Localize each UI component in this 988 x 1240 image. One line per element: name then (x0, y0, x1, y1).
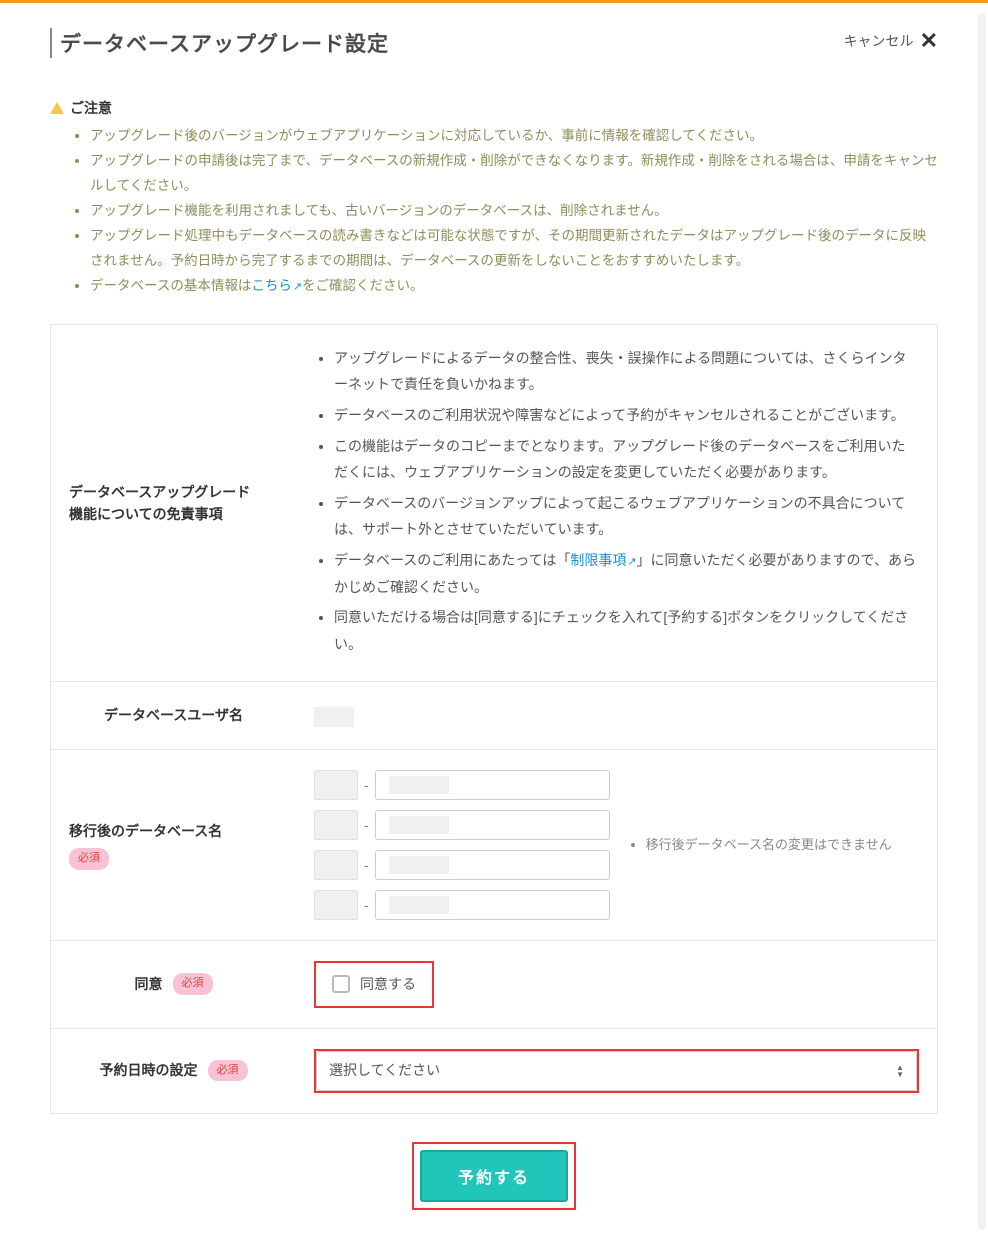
db-name-input-row: - (314, 770, 610, 800)
db-prefix (314, 810, 358, 840)
disclaimer-list: アップグレードによるデータの整合性、喪失・誤操作による問題については、さくらイン… (314, 345, 919, 658)
restrictions-link[interactable]: 制限事項↗ (570, 552, 636, 568)
db-name-input-row: - (314, 890, 610, 920)
row-disclaimer: データベースアップグレード 機能についての免責事項 アップグレードによるデータの… (51, 325, 937, 683)
cancel-label: キャンセル (844, 31, 914, 51)
basic-info-link[interactable]: こちら↗ (251, 278, 302, 293)
row-db-name: 移行後のデータベース名 必須 - - (51, 750, 937, 941)
dialog-header: データベースアップグレード設定 キャンセル ✕ (50, 28, 938, 58)
reserve-button[interactable]: 予約する (420, 1150, 568, 1202)
consent-label: 同意 必須 (51, 941, 296, 1028)
db-user-value (314, 707, 354, 727)
disclaimer-item: アップグレードによるデータの整合性、喪失・誤操作による問題については、さくらイン… (334, 345, 919, 398)
required-badge: 必須 (173, 973, 213, 995)
row-db-user: データベースユーザ名 (51, 682, 937, 750)
consent-highlight: 同意する (314, 961, 434, 1008)
db-prefix (314, 770, 358, 800)
db-name-note-list: 移行後データベース名の変更はできません (630, 833, 892, 858)
caution-item: アップグレード機能を利用されましても、古いバージョンのデータベースは、削除されま… (90, 199, 938, 224)
db-name-label: 移行後のデータベース名 必須 (51, 750, 296, 940)
consent-checkbox[interactable] (332, 975, 350, 993)
required-badge: 必須 (69, 848, 109, 870)
external-link-icon: ↗ (293, 277, 302, 297)
caution-list: アップグレード後のバージョンがウェブアプリケーションに対応しているか、事前に情報… (50, 124, 938, 299)
db-user-label: データベースユーザ名 (51, 682, 296, 749)
disclaimer-item: データベースのご利用にあたっては「制限事項↗」に同意いただく必要がありますので、… (334, 547, 919, 600)
disclaimer-item: 同意いただける場合は[同意する]にチェックを入れて[予約する]ボタンをクリックし… (334, 604, 919, 657)
scrollbar[interactable] (978, 13, 986, 1230)
schedule-label: 予約日時の設定 必須 (51, 1029, 296, 1113)
db-name-input-row: - (314, 850, 610, 880)
db-prefix (314, 890, 358, 920)
row-schedule: 予約日時の設定 必須 選択してください ▲▼ (51, 1029, 937, 1113)
db-name-input[interactable] (375, 890, 610, 920)
db-prefix (314, 850, 358, 880)
submit-highlight: 予約する (412, 1142, 576, 1210)
db-name-note: 移行後データベース名の変更はできません (646, 833, 892, 858)
close-icon: ✕ (920, 28, 938, 54)
caution-item: アップグレードの申請後は完了まで、データベースの新規作成・削除ができなくなります… (90, 149, 938, 199)
warning-icon (50, 102, 64, 114)
db-name-input[interactable] (375, 810, 610, 840)
settings-panel: データベースアップグレード 機能についての免責事項 アップグレードによるデータの… (50, 324, 938, 1114)
consent-text: 同意する (360, 971, 416, 998)
schedule-select[interactable]: 選択してください ▲▼ (316, 1051, 917, 1091)
db-name-input[interactable] (375, 850, 610, 880)
schedule-highlight: 選択してください ▲▼ (314, 1049, 919, 1093)
select-placeholder: 選択してください (329, 1057, 440, 1084)
disclaimer-label: データベースアップグレード 機能についての免責事項 (51, 325, 296, 682)
required-badge: 必須 (208, 1060, 248, 1082)
disclaimer-item: データベースのバージョンアップによって起こるウェブアプリケーションの不具合につい… (334, 490, 919, 543)
caution-item: データベースの基本情報はこちら↗をご確認ください。 (90, 274, 938, 299)
external-link-icon: ↗ (627, 552, 636, 573)
caution-title: ご注意 (70, 98, 112, 118)
caution-item: アップグレード後のバージョンがウェブアプリケーションに対応しているか、事前に情報… (90, 124, 938, 149)
disclaimer-item: データベースのご利用状況や障害などによって予約がキャンセルされることがございます… (334, 402, 919, 429)
select-arrows-icon: ▲▼ (896, 1064, 904, 1078)
page-title: データベースアップグレード設定 (50, 28, 389, 58)
db-name-input-row: - (314, 810, 610, 840)
cancel-button[interactable]: キャンセル ✕ (844, 28, 938, 54)
row-consent: 同意 必須 同意する (51, 941, 937, 1029)
db-name-input[interactable] (375, 770, 610, 800)
disclaimer-item: この機能はデータのコピーまでとなります。アップグレード後のデータベースをご利用い… (334, 433, 919, 486)
caution-item: アップグレード処理中もデータベースの読み書きなどは可能な状態ですが、その期間更新… (90, 224, 938, 274)
